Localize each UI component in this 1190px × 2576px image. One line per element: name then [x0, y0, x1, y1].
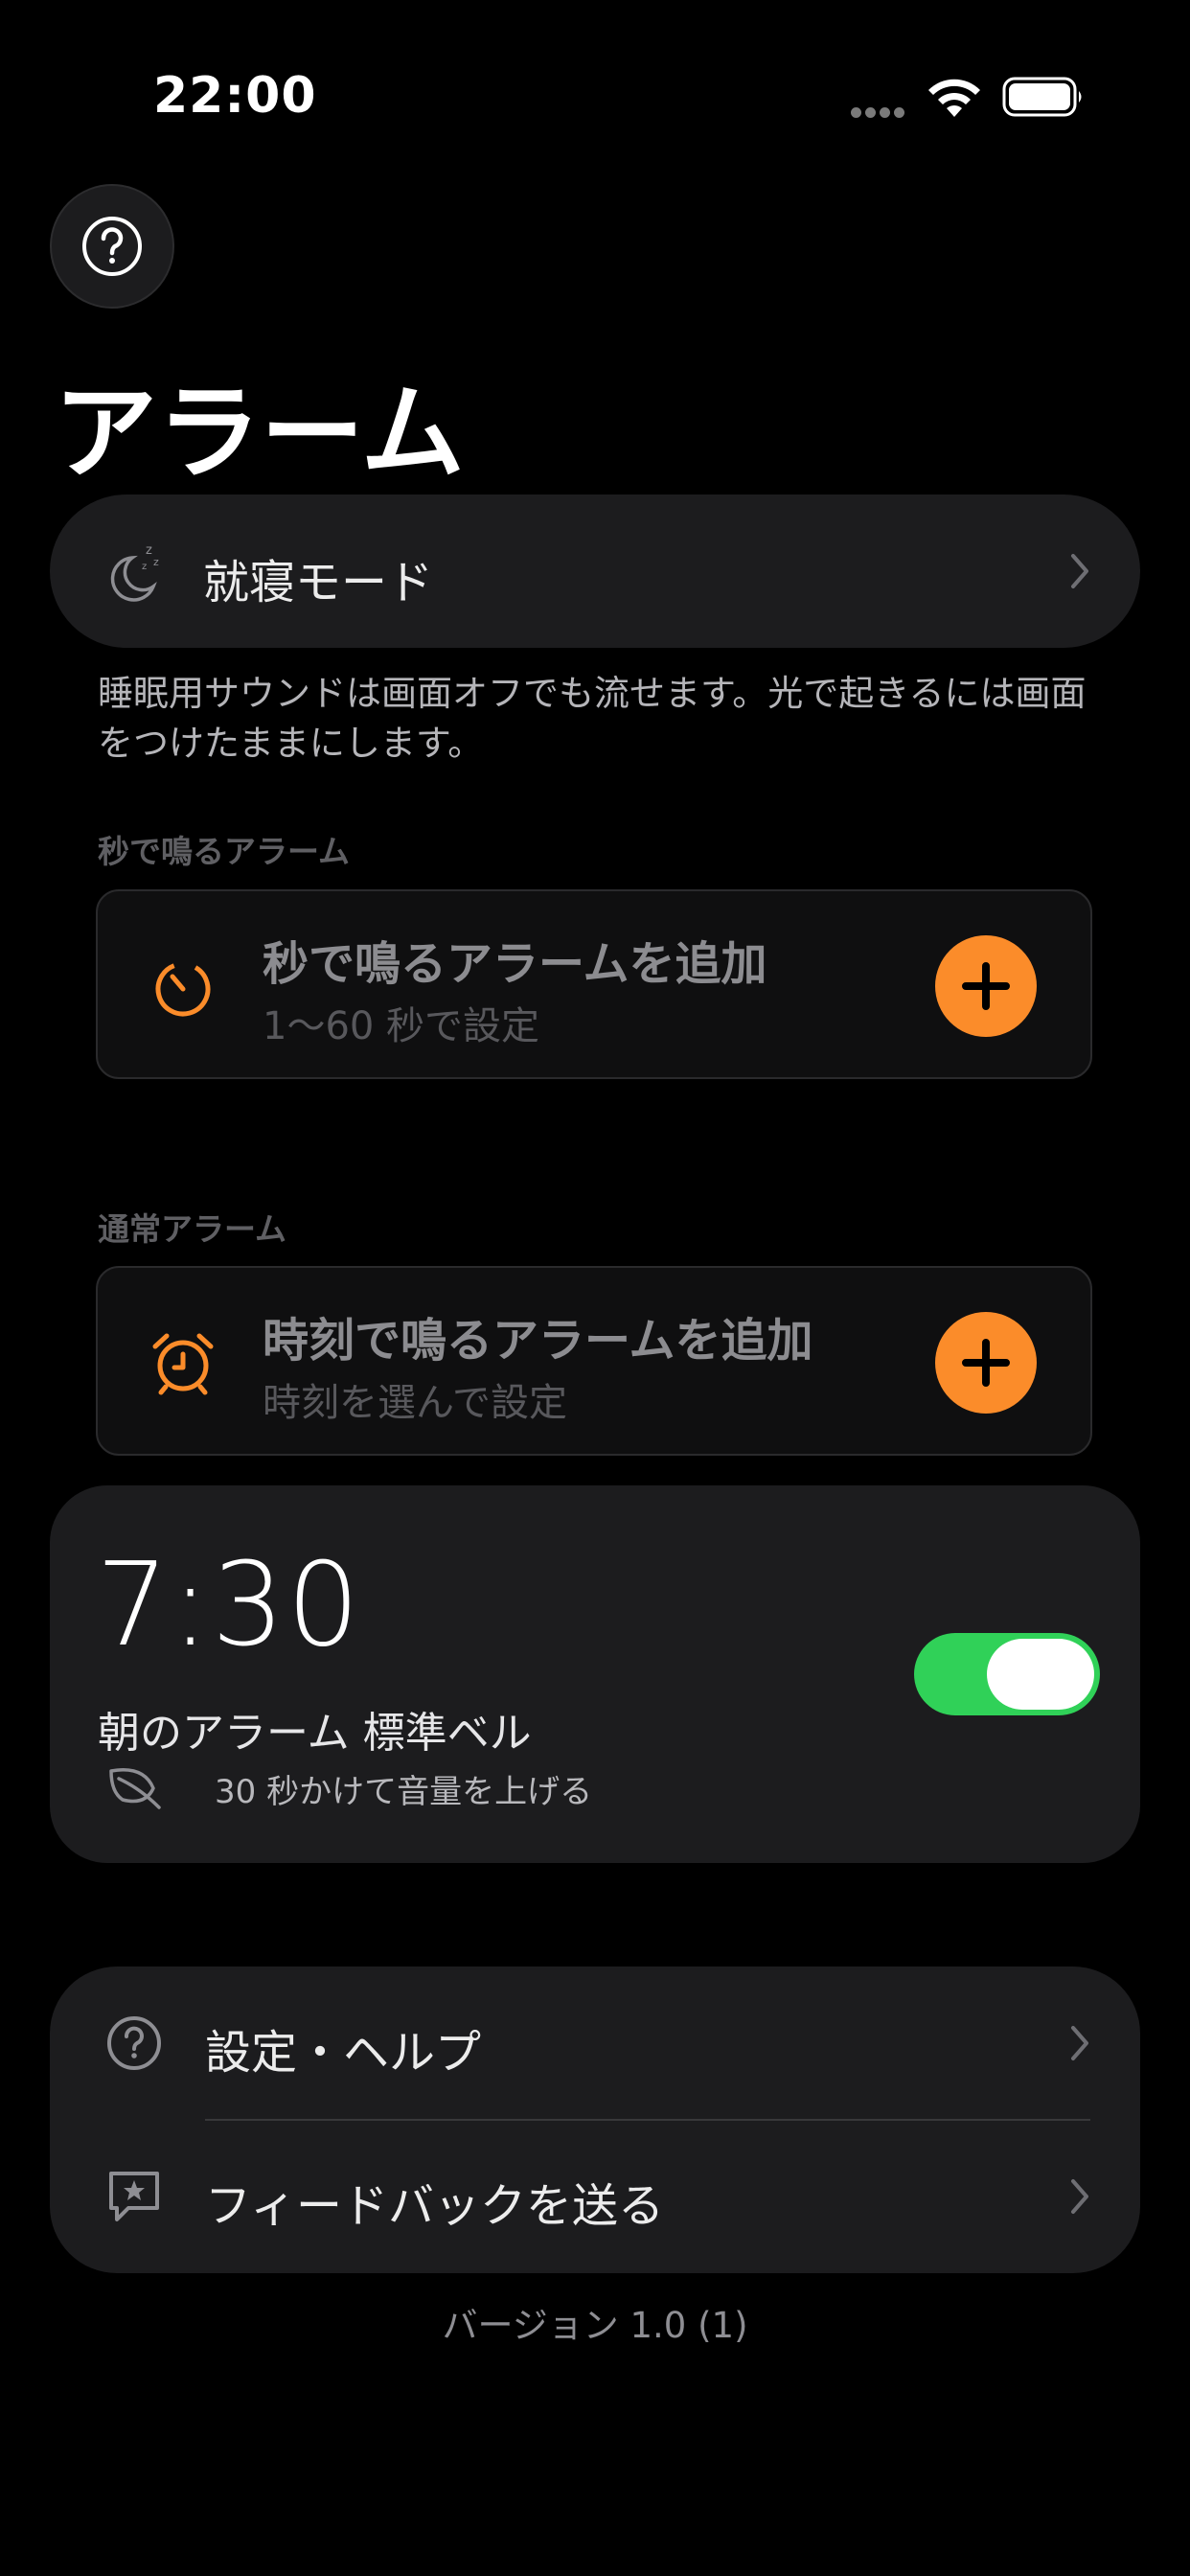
chevron-right-icon [1071, 2179, 1088, 2214]
add-normal-alarm-subtitle: 時刻を選んで設定 [263, 1381, 567, 1425]
question-circle-icon [107, 2016, 161, 2070]
help-button[interactable] [50, 184, 174, 309]
feedback-star-icon [109, 2172, 159, 2221]
wifi-icon [928, 79, 980, 117]
seconds-alarm-section-label: 秒で鳴るアラーム [98, 833, 351, 870]
status-time: 22:00 [153, 67, 317, 125]
menu-item-feedback[interactable]: フィードバックを送る [50, 2120, 1140, 2273]
question-circle-icon [82, 217, 142, 276]
chevron-right-icon [1071, 554, 1088, 588]
alarm-toggle[interactable] [914, 1633, 1100, 1715]
plus-icon [962, 962, 1010, 1010]
signal-dots-icon [851, 104, 910, 118]
settings-menu: 設定・ヘルプ フィードバックを送る [50, 1966, 1140, 2273]
add-normal-alarm-card[interactable]: 時刻で鳴るアラームを追加 時刻を選んで設定 [96, 1266, 1092, 1456]
plus-icon [962, 1339, 1010, 1387]
alarm-name: 朝のアラーム 標準ベル [98, 1709, 532, 1758]
svg-text:z: z [146, 543, 152, 558]
sleep-mode-row[interactable]: z z z 就寝モード [50, 494, 1140, 648]
moon-zzz-icon: z z z [110, 543, 159, 602]
normal-alarm-section-label: 通常アラーム [98, 1210, 287, 1248]
menu-item-settings-help[interactable]: 設定・ヘルプ [50, 1966, 1140, 2120]
sleep-mode-label: 就寝モード [203, 556, 434, 610]
add-seconds-alarm-button[interactable] [935, 935, 1037, 1037]
svg-text:z: z [142, 562, 147, 572]
alarm-clock-icon [152, 1333, 214, 1395]
battery-icon [1002, 77, 1082, 117]
sleep-sound-note: 睡眠用サウンドは画面オフでも流せます。光で起きるには画面をつけたままにします。 [98, 673, 1087, 764]
add-normal-alarm-button[interactable] [935, 1312, 1037, 1414]
svg-text:z: z [153, 556, 159, 568]
leaf-icon [109, 1768, 161, 1809]
menu-item-label: 設定・ヘルプ [205, 2026, 482, 2080]
alarm-fade-text: 30 秒かけて音量を上げる [215, 1773, 593, 1811]
alarm-time: 7:30 [96, 1539, 362, 1672]
page-title: アラーム [54, 374, 465, 494]
version-label: バージョン 1.0 (1) [442, 2305, 748, 2346]
add-seconds-alarm-title: 秒で鳴るアラームを追加 [263, 937, 767, 991]
menu-item-label: フィードバックを送る [205, 2179, 665, 2233]
add-normal-alarm-title: 時刻で鳴るアラームを追加 [263, 1314, 813, 1368]
toggle-knob [987, 1639, 1094, 1710]
timer-icon [155, 961, 211, 1017]
add-seconds-alarm-subtitle: 1〜60 秒で設定 [263, 1004, 540, 1048]
add-seconds-alarm-card[interactable]: 秒で鳴るアラームを追加 1〜60 秒で設定 [96, 889, 1092, 1079]
chevron-right-icon [1071, 2026, 1088, 2060]
alarm-card[interactable]: 7:30 朝のアラーム 標準ベル 30 秒かけて音量を上げる [50, 1485, 1140, 1863]
